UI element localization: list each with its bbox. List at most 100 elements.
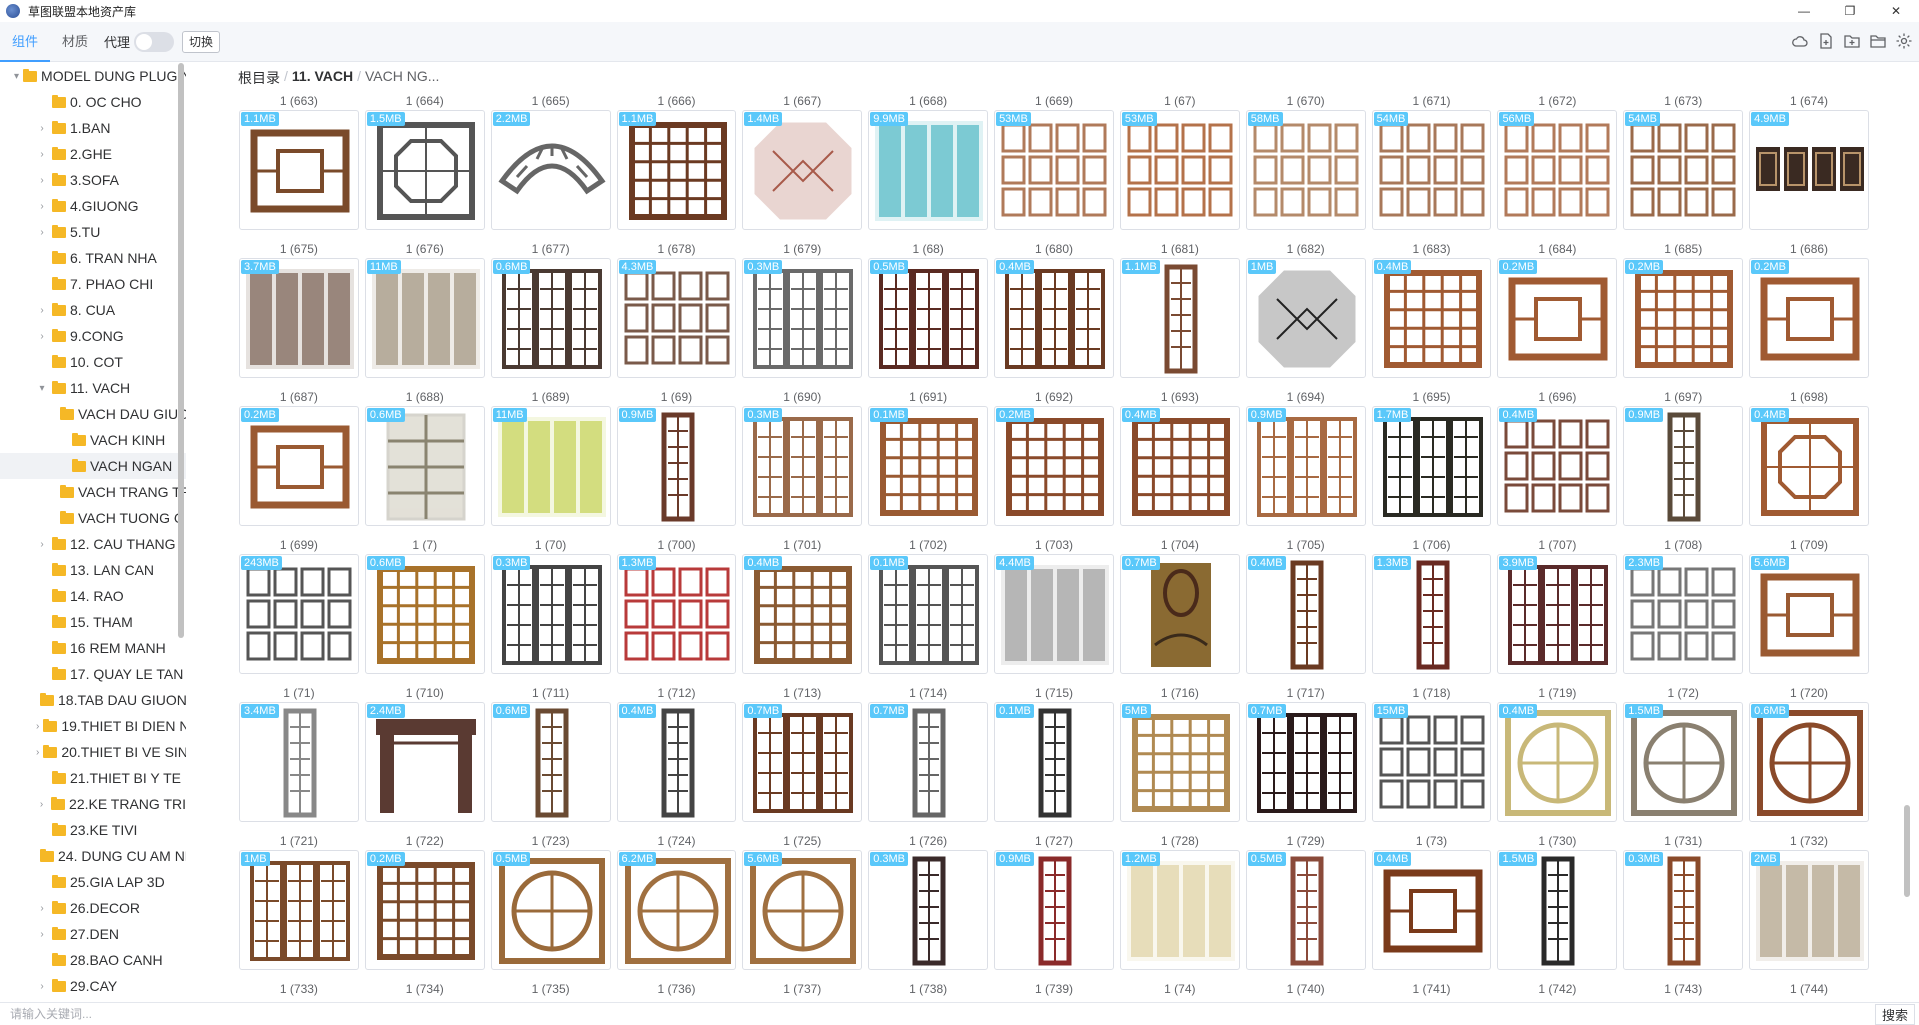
asset-thumbnail[interactable]: 0.6MB (490, 258, 611, 378)
asset-thumbnail[interactable]: 5.6MB (1749, 554, 1869, 674)
tab-components[interactable]: 组件 (0, 22, 51, 62)
asset-thumbnail[interactable]: 0.4MB (742, 554, 863, 674)
asset-thumbnail[interactable]: 0.4MB (616, 702, 737, 822)
asset-thumbnail[interactable]: 15MB (1371, 702, 1492, 822)
asset-thumbnail[interactable]: 0.4MB (1497, 406, 1618, 526)
asset-thumbnail[interactable]: 0.4MB (1371, 258, 1492, 378)
chevron-right-icon[interactable]: › (36, 746, 39, 758)
asset-thumbnail[interactable]: 4.9MB (1749, 110, 1869, 230)
asset-thumbnail[interactable]: 0.5MB (490, 850, 611, 970)
tree-item[interactable]: 15. THAM (0, 609, 186, 635)
tree-item[interactable]: › 22.KE TRANG TRI (0, 791, 186, 817)
tree-item[interactable]: 25.GIA LAP 3D (0, 869, 186, 895)
asset-thumbnail[interactable]: 58MB (1245, 110, 1366, 230)
chevron-right-icon[interactable]: › (36, 226, 48, 238)
tree-item[interactable]: VACH KINH (0, 427, 186, 453)
tree-item[interactable]: 7. PHAO CHI (0, 271, 186, 297)
asset-thumbnail[interactable]: 1MB (239, 850, 359, 970)
asset-thumbnail[interactable]: 5MB (1119, 702, 1240, 822)
asset-thumbnail[interactable]: 0.1MB (868, 406, 989, 526)
asset-thumbnail[interactable]: 0.7MB (742, 702, 863, 822)
asset-thumbnail[interactable]: 0.9MB (616, 406, 737, 526)
asset-thumbnail[interactable]: 0.4MB (1245, 554, 1366, 674)
asset-thumbnail[interactable]: 0.7MB (868, 702, 989, 822)
asset-thumbnail[interactable]: 0.5MB (868, 258, 989, 378)
tree-item[interactable]: ▾ 11. VACH (0, 375, 186, 401)
asset-thumbnail[interactable]: 1.5MB (1623, 702, 1744, 822)
asset-thumbnail[interactable]: 0.3MB (742, 258, 863, 378)
asset-thumbnail[interactable]: 1MB (1245, 258, 1366, 378)
asset-thumbnail[interactable]: 0.2MB (1623, 258, 1744, 378)
chevron-right-icon[interactable]: › (36, 200, 48, 212)
asset-thumbnail[interactable]: 1.3MB (1371, 554, 1492, 674)
folder-open-icon[interactable] (1869, 32, 1887, 50)
asset-thumbnail[interactable]: 9.9MB (868, 110, 989, 230)
asset-thumbnail[interactable]: 3.9MB (1497, 554, 1618, 674)
tree-item[interactable]: 28.BAO CANH (0, 947, 186, 973)
asset-thumbnail[interactable]: 0.2MB (364, 850, 485, 970)
asset-thumbnail[interactable]: 0.3MB (742, 406, 863, 526)
asset-thumbnail[interactable]: 1.7MB (1371, 406, 1492, 526)
tree-item[interactable]: › 1.BAN (0, 115, 186, 141)
maximize-button[interactable]: ❐ (1827, 0, 1873, 22)
asset-thumbnail[interactable]: 56MB (1497, 110, 1618, 230)
asset-thumbnail[interactable]: 1.2MB (1119, 850, 1240, 970)
asset-thumbnail[interactable]: 0.5MB (1245, 850, 1366, 970)
asset-thumbnail[interactable]: 6.2MB (616, 850, 737, 970)
asset-thumbnail[interactable]: 2.4MB (364, 702, 485, 822)
tree-item[interactable]: 6. TRAN NHA (0, 245, 186, 271)
asset-thumbnail[interactable]: 2MB (1749, 850, 1869, 970)
tree-item[interactable]: 18.TAB DAU GIUONG (0, 687, 186, 713)
asset-thumbnail[interactable]: 2.3MB (1623, 554, 1744, 674)
tree-item[interactable]: › 5.TU (0, 219, 186, 245)
chevron-right-icon[interactable]: › (36, 928, 48, 940)
asset-thumbnail[interactable]: 0.7MB (1119, 554, 1240, 674)
chevron-down-icon[interactable]: ▾ (14, 70, 19, 82)
tree-item[interactable]: › 9.CONG (0, 323, 186, 349)
asset-thumbnail[interactable]: 1.1MB (1119, 258, 1240, 378)
asset-thumbnail[interactable]: 11MB (490, 406, 611, 526)
tree-item[interactable]: VACH TUONG GIA DINH (0, 505, 186, 531)
switch-button[interactable]: 切换 (182, 30, 221, 53)
asset-thumbnail[interactable]: 2.2MB (490, 110, 611, 230)
asset-thumbnail[interactable]: 1.1MB (239, 110, 359, 230)
asset-thumbnail[interactable]: 0.4MB (1497, 702, 1618, 822)
breadcrumb-root[interactable]: 根目录 (238, 68, 280, 88)
grid-scrollbar[interactable] (1904, 805, 1910, 897)
asset-thumbnail[interactable]: 1.1MB (616, 110, 737, 230)
asset-thumbnail[interactable]: 53MB (1119, 110, 1240, 230)
chevron-right-icon[interactable]: › (36, 538, 48, 550)
tree-item[interactable]: › 4.GIUONG (0, 193, 186, 219)
chevron-right-icon[interactable]: › (36, 304, 48, 316)
asset-thumbnail[interactable]: 4.4MB (994, 554, 1114, 674)
tree-item[interactable]: › 3.SOFA (0, 167, 186, 193)
asset-thumbnail[interactable]: 243MB (239, 554, 359, 674)
tab-materials[interactable]: 材质 (50, 22, 100, 62)
asset-thumbnail[interactable]: 0.4MB (994, 258, 1114, 378)
tree-item[interactable]: VACH DAU GIUONG (0, 401, 186, 427)
asset-thumbnail[interactable]: 1.5MB (364, 110, 485, 230)
tree-item[interactable]: 17. QUAY LE TAN (0, 661, 186, 687)
search-input[interactable] (10, 1006, 1860, 1022)
chevron-right-icon[interactable]: › (36, 330, 48, 342)
tree-item[interactable]: › 12. CAU THANG (0, 531, 186, 557)
asset-thumbnail[interactable]: 0.7MB (1245, 702, 1366, 822)
asset-thumbnail[interactable]: 1.4MB (742, 110, 863, 230)
asset-thumbnail[interactable]: 0.2MB (994, 406, 1114, 526)
asset-thumbnail[interactable]: 0.6MB (490, 702, 611, 822)
asset-thumbnail[interactable]: 11MB (364, 258, 485, 378)
proxy-toggle[interactable] (134, 31, 175, 52)
asset-thumbnail[interactable]: 0.1MB (994, 702, 1114, 822)
breadcrumb-parent[interactable]: 11. VACH (292, 68, 353, 88)
asset-thumbnail[interactable]: 4.3MB (616, 258, 737, 378)
asset-thumbnail[interactable]: 1.5MB (1497, 850, 1618, 970)
asset-thumbnail[interactable]: 0.2MB (239, 406, 359, 526)
chevron-right-icon[interactable]: › (36, 174, 48, 186)
asset-thumbnail[interactable]: 0.3MB (490, 554, 611, 674)
asset-thumbnail[interactable]: 0.3MB (1623, 850, 1744, 970)
asset-thumbnail[interactable]: 3.4MB (239, 702, 359, 822)
search-button[interactable]: 搜索 (1874, 1004, 1915, 1025)
asset-thumbnail[interactable]: 5.6MB (742, 850, 863, 970)
asset-thumbnail[interactable]: 0.2MB (1749, 258, 1869, 378)
chevron-right-icon[interactable]: › (36, 902, 48, 914)
